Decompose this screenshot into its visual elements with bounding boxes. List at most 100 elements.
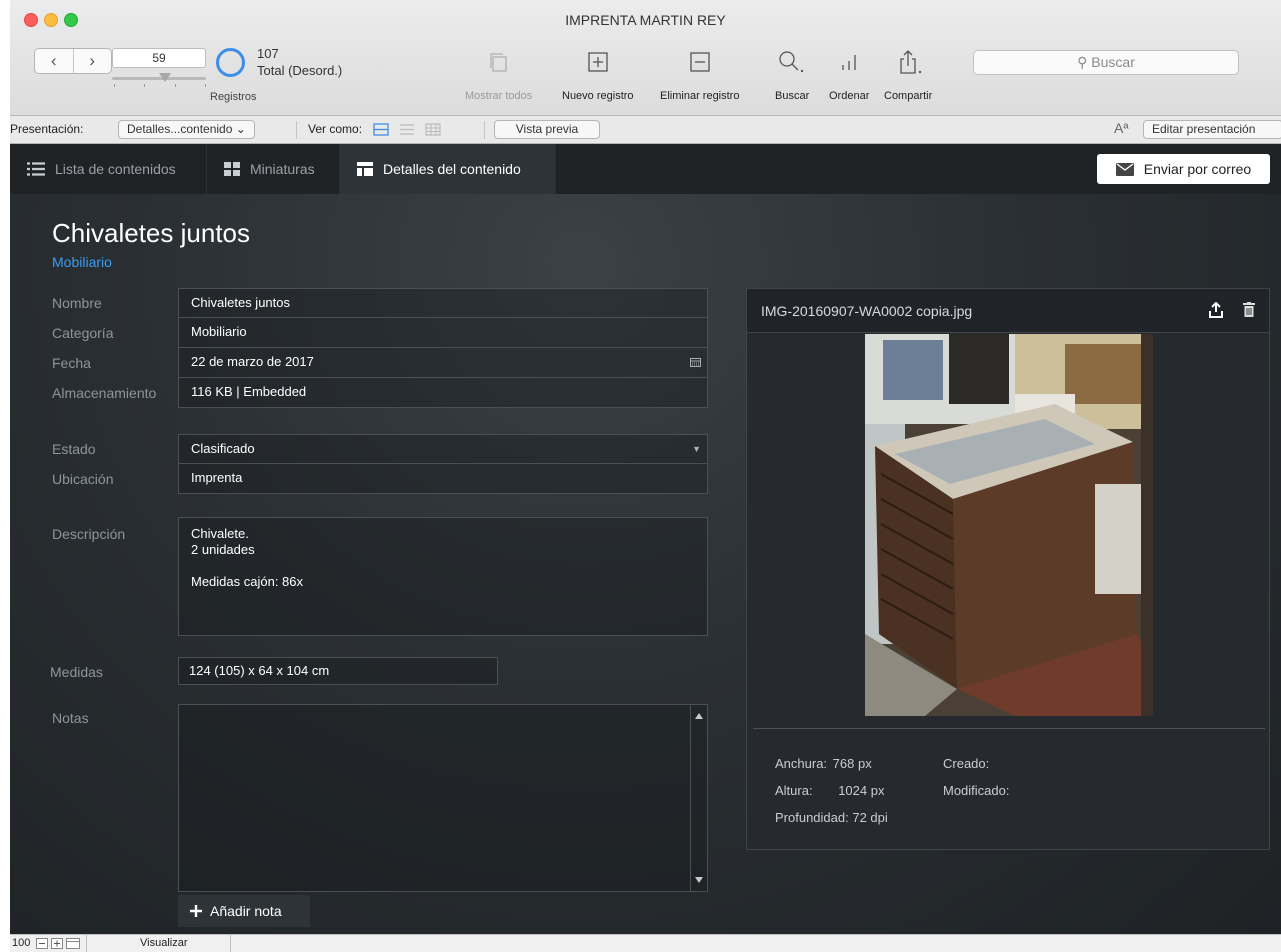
- divider: [296, 121, 297, 139]
- details-icon: [357, 162, 373, 176]
- tab-content-details[interactable]: Detalles del contenido: [340, 144, 556, 194]
- tab-label: Detalles del contenido: [383, 161, 521, 177]
- layout-bar: Presentación: Detalles...contenido ⌄ Ver…: [10, 116, 1281, 144]
- divider: [484, 121, 485, 139]
- export-icon[interactable]: [1209, 302, 1223, 318]
- total-label: Total (Desord.): [257, 63, 343, 78]
- field-label-notas: Notas: [52, 710, 89, 726]
- thumbnails-icon: [224, 162, 240, 176]
- dropdown-arrow-icon: ▼: [692, 444, 701, 454]
- estado-value: Clasificado: [191, 441, 255, 456]
- window-toolbar: IMPRENTA MARTIN REY ‹ › 59 107 Total (De…: [10, 0, 1281, 116]
- found-set-pie-icon[interactable]: [216, 48, 245, 77]
- send-email-label: Enviar por correo: [1143, 161, 1252, 177]
- new-record-button[interactable]: Nuevo registro: [562, 46, 634, 102]
- record-slider-ticks: [114, 84, 206, 88]
- zoom-in-icon[interactable]: [51, 938, 63, 949]
- form-view-icon[interactable]: [373, 123, 389, 136]
- height-info: Altura: 1024 px: [775, 783, 884, 798]
- record-slider-knob[interactable]: [159, 73, 171, 82]
- show-all-label: Mostrar todos: [465, 90, 533, 102]
- scroll-down-arrow-icon[interactable]: [695, 877, 703, 883]
- field-label-estado: Estado: [52, 441, 96, 457]
- height-value: 1024 px: [838, 783, 885, 798]
- record-number-field[interactable]: 59: [112, 48, 206, 68]
- tab-thumbnails[interactable]: Miniaturas: [207, 144, 340, 194]
- layout-dropdown[interactable]: Detalles...contenido ⌄: [118, 120, 255, 139]
- notas-textarea[interactable]: [178, 704, 708, 892]
- window-left-edge: [0, 0, 10, 952]
- field-label-descripcion: Descripción: [52, 526, 126, 542]
- modified-label: Modificado:: [943, 783, 1010, 798]
- notas-scrollbar[interactable]: [690, 705, 707, 891]
- delete-record-button[interactable]: Eliminar registro: [660, 46, 739, 102]
- photo-illustration: [865, 334, 1153, 716]
- record-category: Mobiliario: [52, 254, 112, 270]
- ubicacion-field[interactable]: Imprenta: [178, 464, 708, 494]
- show-all-button[interactable]: Mostrar todos: [465, 46, 532, 102]
- quick-find-search-field[interactable]: ⚲ Buscar: [973, 50, 1239, 75]
- chevron-down-icon: ⌄: [235, 122, 246, 136]
- height-label: Altura:: [775, 783, 813, 798]
- nombre-field[interactable]: Chivaletes juntos: [178, 288, 708, 318]
- zoom-out-icon[interactable]: [36, 938, 48, 949]
- delete-record-label: Eliminar registro: [660, 90, 740, 102]
- field-label-almacenamiento: Almacenamiento: [52, 385, 157, 401]
- send-email-button[interactable]: Enviar por correo: [1097, 154, 1270, 184]
- medidas-field[interactable]: 124 (105) x 64 x 104 cm: [178, 657, 498, 685]
- descripcion-textarea[interactable]: Chivalete. 2 unidades Medidas cajón: 86x: [178, 517, 708, 636]
- plus-icon: [190, 905, 202, 917]
- sort-icon: [829, 46, 869, 78]
- layout-label: Presentación:: [10, 122, 84, 136]
- next-record-button[interactable]: ›: [74, 49, 112, 73]
- record-navigation: ‹ ›: [34, 48, 112, 74]
- fecha-field[interactable]: 22 de marzo de 2017: [178, 348, 708, 378]
- tab-label: Lista de contenidos: [55, 161, 176, 177]
- fecha-value: 22 de marzo de 2017: [191, 354, 314, 369]
- record-title: Chivaletes juntos: [52, 218, 250, 248]
- toggle-status-toolbar-icon[interactable]: [66, 938, 80, 949]
- scroll-up-arrow-icon[interactable]: [695, 713, 703, 719]
- width-info: Anchura: 768 px: [775, 756, 872, 771]
- tab-content-list[interactable]: Lista de contenidos: [10, 144, 207, 194]
- almacenamiento-field[interactable]: 116 KB | Embedded: [178, 378, 708, 408]
- calendar-icon[interactable]: [690, 358, 701, 367]
- find-button[interactable]: Buscar: [775, 46, 809, 102]
- sort-button[interactable]: Ordenar: [829, 46, 869, 102]
- divider: [86, 935, 87, 952]
- depth-value: 72 dpi: [852, 810, 888, 825]
- list-view-icon[interactable]: [399, 123, 415, 136]
- depth-info: Profundidad: 72 dpi: [775, 810, 888, 825]
- magnifier-icon: [775, 46, 809, 78]
- image-header: IMG-20160907-WA0002 copia.jpg: [747, 289, 1269, 333]
- view-as-buttons: [373, 123, 441, 136]
- zoom-level[interactable]: 100: [12, 937, 30, 949]
- add-note-label: Añadir nota: [210, 903, 282, 919]
- share-button[interactable]: Compartir: [884, 46, 932, 102]
- descripcion-line: Medidas cajón: 86x: [191, 574, 304, 589]
- descripcion-line: Chivalete.: [191, 526, 249, 541]
- record-photo[interactable]: [865, 334, 1153, 716]
- width-value: 768 px: [832, 756, 872, 771]
- image-filename: IMG-20160907-WA0002 copia.jpg: [761, 303, 973, 319]
- descripcion-line: 2 unidades: [191, 542, 255, 557]
- edit-layout-button[interactable]: Editar presentación: [1143, 120, 1281, 139]
- sort-label: Ordenar: [829, 90, 870, 102]
- previous-record-button[interactable]: ‹: [35, 49, 74, 73]
- content-area: Lista de contenidos Miniaturas Detalles …: [10, 144, 1281, 934]
- descripcion-line: [191, 558, 695, 574]
- font-size-icon[interactable]: Aª: [1114, 120, 1129, 136]
- categoria-field[interactable]: Mobiliario: [178, 318, 708, 348]
- add-note-button[interactable]: Añadir nota: [178, 895, 310, 927]
- new-record-icon: [562, 46, 634, 78]
- field-label-ubicacion: Ubicación: [52, 471, 114, 487]
- field-label-nombre: Nombre: [52, 295, 102, 311]
- tab-label: Miniaturas: [250, 161, 315, 177]
- show-all-icon: [465, 46, 532, 78]
- table-view-icon[interactable]: [425, 123, 441, 136]
- preview-button[interactable]: Vista previa: [494, 120, 600, 139]
- trash-icon[interactable]: [1243, 302, 1255, 317]
- field-label-fecha: Fecha: [52, 355, 91, 371]
- estado-dropdown[interactable]: Clasificado ▼: [178, 434, 708, 464]
- field-label-categoria: Categoría: [52, 325, 114, 341]
